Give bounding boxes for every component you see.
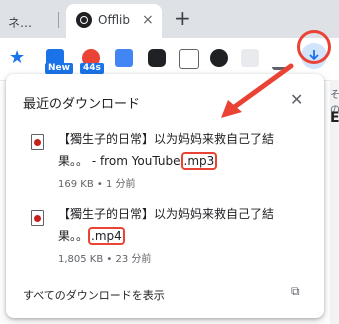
annotation-arrow <box>221 63 294 118</box>
